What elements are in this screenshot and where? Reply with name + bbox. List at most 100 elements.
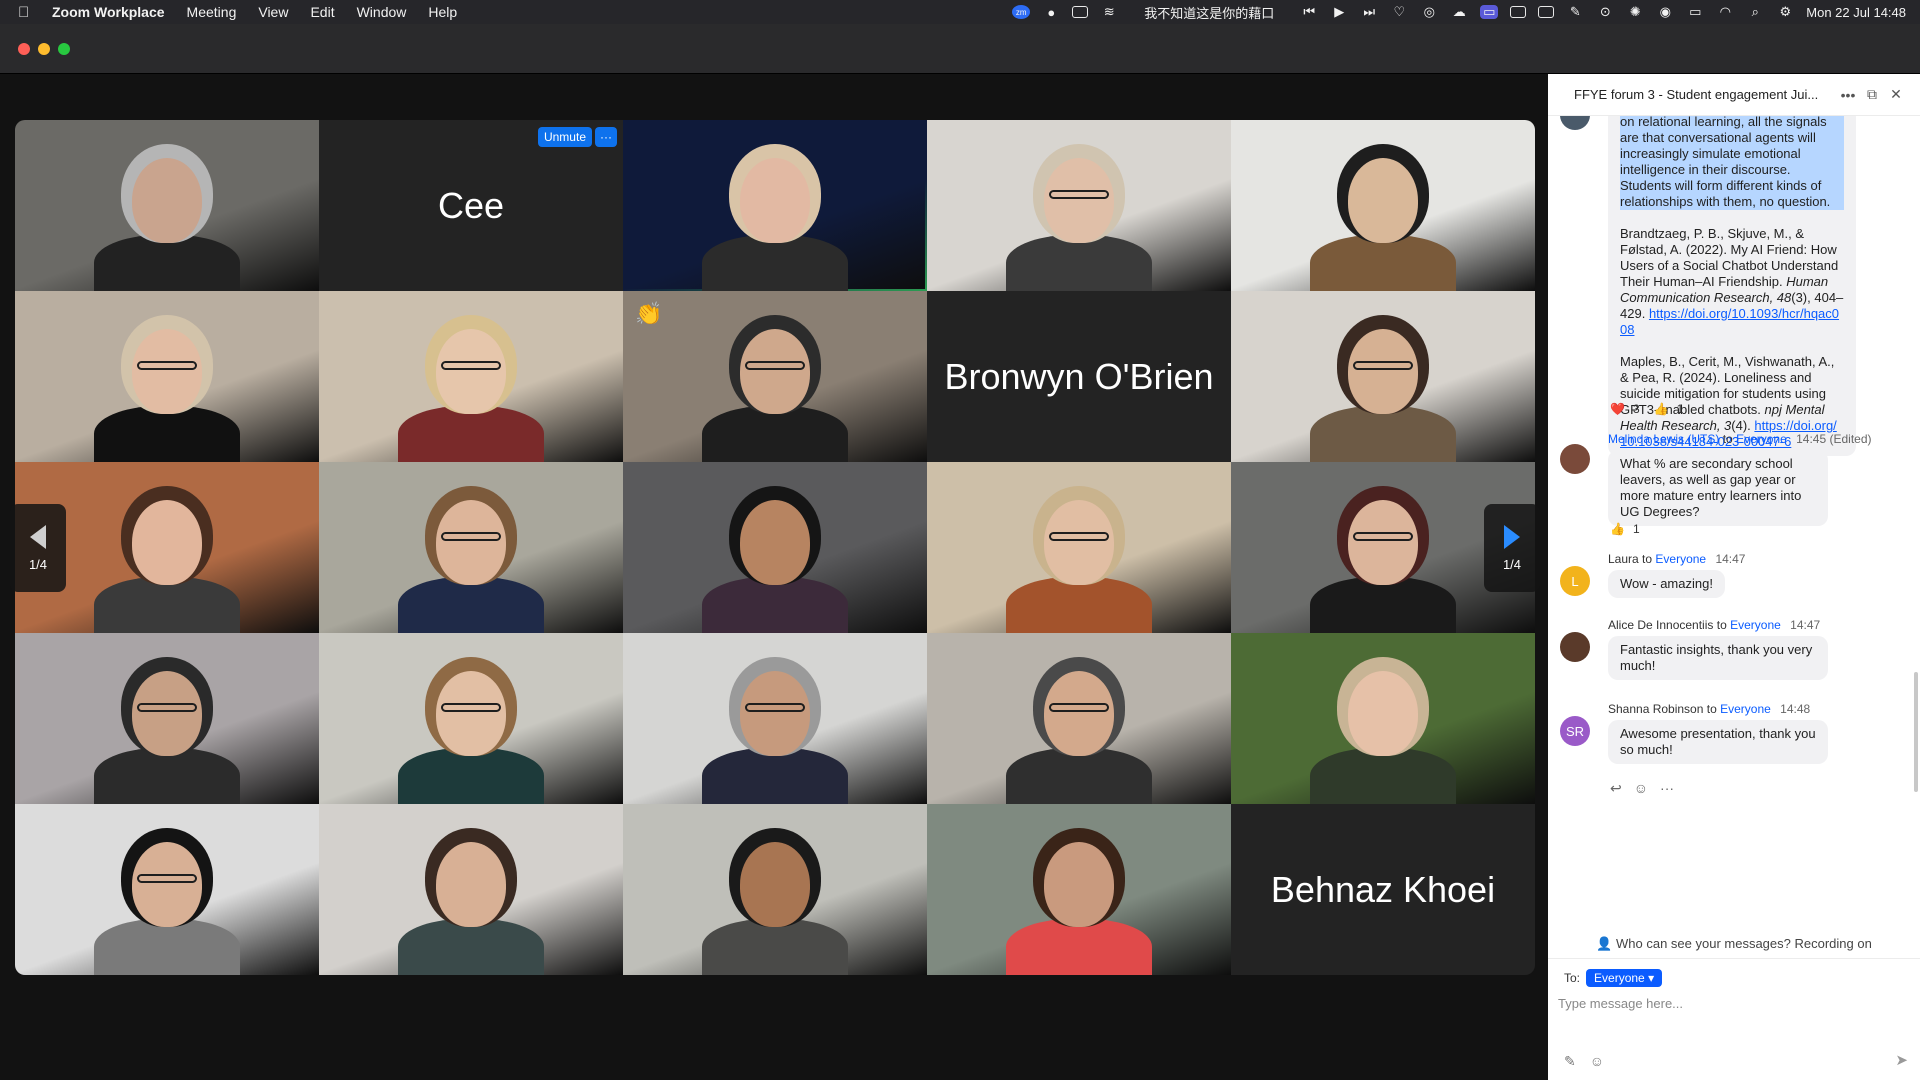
openai-icon[interactable]: ✺	[1626, 4, 1644, 19]
people-icon: 👤	[1596, 936, 1613, 951]
menu-bar-clock[interactable]: Mon 22 Jul 14:48	[1806, 5, 1906, 20]
glasses-icon	[136, 874, 198, 884]
pop-out-icon[interactable]: ⧉	[1860, 86, 1884, 103]
participant-video-tile[interactable]	[319, 462, 623, 633]
participant-video-tile[interactable]	[319, 291, 623, 462]
fullscreen-window-button[interactable]	[58, 43, 70, 55]
wifi-icon[interactable]: ◠	[1716, 4, 1734, 19]
cloud-icon[interactable]: ☁	[1450, 4, 1468, 19]
participant-face	[1348, 670, 1418, 757]
participant-video-tile[interactable]	[927, 804, 1231, 975]
recipient-select[interactable]: Everyone ▾	[1586, 969, 1663, 987]
menu-view[interactable]: View	[258, 4, 288, 20]
participant-video-tile[interactable]	[1231, 633, 1535, 804]
control-center-icon[interactable]: ⚙	[1776, 4, 1794, 19]
zoom-status-icon[interactable]: zm	[1012, 5, 1031, 19]
participant-video-tile[interactable]	[927, 120, 1231, 291]
participant-video-tile[interactable]	[15, 804, 319, 975]
menu-meeting[interactable]: Meeting	[187, 4, 237, 20]
close-window-button[interactable]	[18, 43, 30, 55]
previous-page-button[interactable]: 1/4	[10, 504, 66, 592]
menu-app-name[interactable]: Zoom Workplace	[52, 4, 165, 20]
glasses-icon	[1048, 703, 1110, 713]
siri-icon[interactable]: ◉	[1656, 4, 1674, 19]
reply-icon[interactable]: ↩	[1610, 780, 1622, 797]
previous-track-icon[interactable]: ⏮	[1300, 4, 1318, 19]
chat-scrollbar[interactable]	[1914, 672, 1918, 792]
battery-icon[interactable]: ▭	[1686, 4, 1704, 19]
participant-video-tile[interactable]	[319, 804, 623, 975]
participant-face	[436, 328, 506, 415]
menu-edit[interactable]: Edit	[310, 4, 334, 20]
now-playing-text[interactable]: 我不知道这是你的藉口	[1144, 3, 1274, 22]
next-page-button[interactable]: 1/4	[1484, 504, 1540, 592]
participant-video-tile[interactable]	[623, 120, 927, 291]
send-icon[interactable]: ➤	[1895, 1051, 1908, 1069]
heart-icon[interactable]: ♡	[1390, 4, 1408, 19]
spiral-icon[interactable]: ◎	[1420, 4, 1438, 19]
participant-tile-name-only[interactable]: Bronwyn O'Brien	[927, 291, 1231, 462]
clap-reaction-icon: 👏	[635, 301, 663, 326]
translate-icon[interactable]	[1072, 6, 1089, 18]
tile-more-button[interactable]: ···	[595, 127, 617, 147]
more-options-icon[interactable]: •••	[1836, 87, 1860, 103]
participant-face	[132, 157, 202, 244]
window-title-bar	[0, 24, 1920, 74]
participant-video-tile[interactable]	[927, 462, 1231, 633]
screen-share-status-icon[interactable]: ▭	[1480, 4, 1499, 19]
participant-video-tile[interactable]	[623, 462, 927, 633]
participant-video-tile[interactable]	[15, 291, 319, 462]
mic-status-icon[interactable]: ●	[1042, 5, 1060, 20]
participant-body	[94, 406, 240, 462]
reaction-thumbs-up[interactable]: 👍 1	[1610, 522, 1640, 536]
reference-1-link[interactable]: https://doi.org/10.1093/hcr/hqac008	[1620, 306, 1839, 337]
close-icon[interactable]: ✕	[1884, 86, 1908, 103]
message-bubble[interactable]: Awesome presentation, thank you so much!	[1608, 720, 1828, 764]
participant-tile-name-only[interactable]: Behnaz Khoei	[1231, 804, 1535, 975]
glasses-icon	[440, 703, 502, 713]
avatar: L	[1560, 566, 1590, 596]
unmute-button[interactable]: Unmute	[537, 127, 592, 147]
media-icon[interactable]: ⊙	[1596, 4, 1614, 19]
feather-icon[interactable]: ✎	[1566, 4, 1584, 19]
search-icon[interactable]: ⌕	[1746, 4, 1764, 19]
chat-messages[interactable]: on relational learning, all the signals …	[1548, 116, 1920, 1002]
participant-video-tile[interactable]: 👏	[623, 291, 927, 462]
participant-face	[1348, 328, 1418, 415]
menu-window[interactable]: Window	[357, 4, 407, 20]
message-bubble[interactable]: What % are secondary school leavers, as …	[1608, 450, 1828, 526]
participant-video-tile[interactable]	[1231, 120, 1535, 291]
glasses-icon	[1352, 532, 1414, 542]
participant-video-tile[interactable]	[15, 633, 319, 804]
menu-help[interactable]: Help	[428, 4, 457, 20]
cast-icon[interactable]: ≋	[1100, 4, 1118, 19]
format-icon[interactable]: ✎	[1564, 1053, 1576, 1070]
emoji-icon[interactable]: ☺	[1590, 1053, 1604, 1070]
image-icon[interactable]	[1510, 6, 1527, 18]
participant-body	[398, 406, 544, 462]
message-bubble[interactable]: Wow - amazing!	[1608, 570, 1725, 598]
participant-video-tile[interactable]	[15, 120, 319, 291]
add-reaction-icon[interactable]: ☺	[1634, 780, 1648, 797]
participant-video-tile[interactable]	[927, 633, 1231, 804]
next-track-icon[interactable]: ⏭	[1360, 4, 1378, 19]
reaction-row: ❤️ 3 👍 1	[1610, 402, 1683, 416]
minimize-window-button[interactable]	[38, 43, 50, 55]
more-icon[interactable]: ···	[1660, 780, 1674, 797]
play-icon[interactable]: ▶	[1330, 4, 1348, 19]
chat-compose-area: To: Everyone ▾ ✎ ☺ ➤	[1548, 958, 1920, 1080]
participant-tile-name-only[interactable]: Cee Unmute ···	[319, 120, 623, 291]
participant-video-tile[interactable]	[319, 633, 623, 804]
reaction-thumbs-up[interactable]: 👍 1	[1654, 402, 1684, 416]
glasses-icon	[136, 703, 198, 713]
message-bubble[interactable]: Fantastic insights, thank you very much!	[1608, 636, 1828, 680]
message-input[interactable]	[1558, 991, 1908, 1015]
participant-video-tile[interactable]	[1231, 291, 1535, 462]
message-visibility-notice[interactable]: 👤 Who can see your messages? Recording o…	[1548, 936, 1920, 958]
apple-logo-icon[interactable]: 	[18, 4, 36, 21]
participant-face	[740, 670, 810, 757]
participant-video-tile[interactable]	[623, 804, 927, 975]
window-icon[interactable]	[1538, 6, 1555, 18]
participant-video-tile[interactable]	[623, 633, 927, 804]
reaction-heart[interactable]: ❤️ 3	[1610, 402, 1640, 416]
